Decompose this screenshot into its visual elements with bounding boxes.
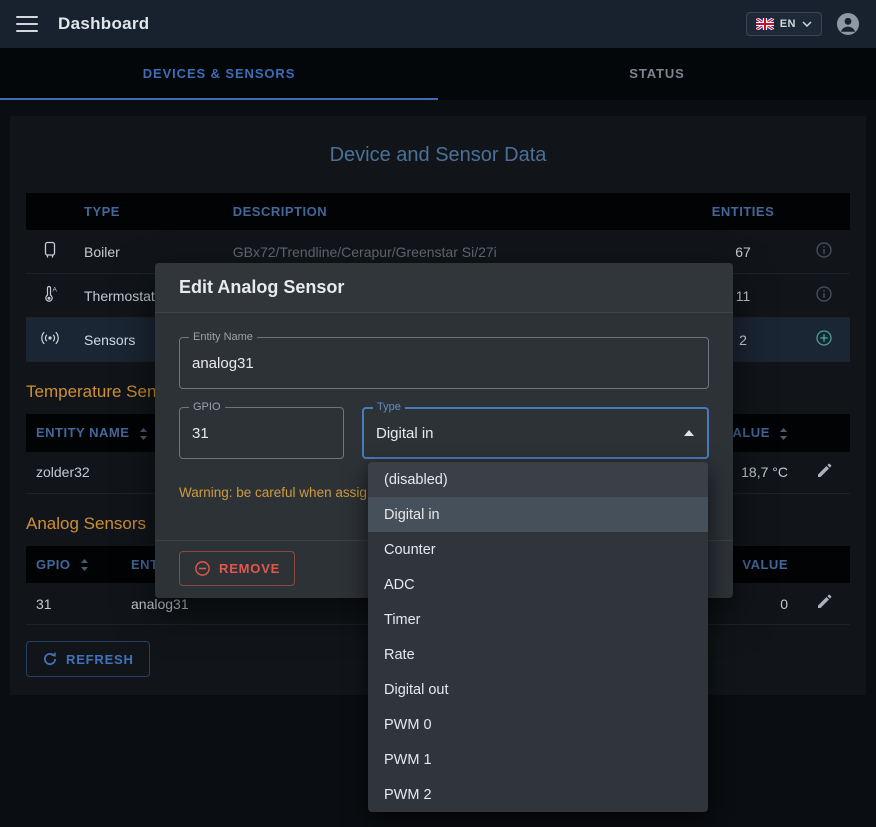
device-col-type: TYPE (74, 193, 223, 230)
thermostat-icon: A (41, 285, 59, 303)
entity-name-label: Entity Name (189, 331, 257, 344)
edit-pencil-icon[interactable] (816, 463, 832, 479)
hamburger-menu-icon[interactable] (16, 16, 38, 32)
type-option-disabled[interactable]: (disabled) (368, 462, 708, 497)
analog-col-gpio[interactable]: GPIO (26, 546, 121, 584)
type-label: Type (373, 401, 405, 414)
language-label: EN (780, 18, 796, 30)
device-col-entities: ENTITIES (688, 193, 798, 230)
type-option-digital-in[interactable]: Digital in (368, 497, 708, 532)
dialog-title: Edit Analog Sensor (179, 277, 709, 298)
analog-col-gpio-label: GPIO (36, 557, 71, 572)
app-title: Dashboard (58, 14, 150, 34)
type-select[interactable]: Type Digital in (362, 407, 709, 459)
type-option-timer[interactable]: Timer (368, 602, 708, 637)
info-icon[interactable] (815, 285, 833, 303)
language-selector[interactable]: EN (746, 12, 822, 36)
type-option-digital-out[interactable]: Digital out (368, 672, 708, 707)
sort-icon (779, 427, 788, 441)
remove-circle-icon (194, 560, 211, 577)
entity-name-field[interactable]: Entity Name (179, 337, 709, 389)
sort-icon (139, 427, 148, 441)
type-option-pwm-1[interactable]: PWM 1 (368, 742, 708, 777)
type-dropdown-menu: (disabled) Digital in Counter ADC Timer … (368, 462, 708, 812)
type-option-pwm-2[interactable]: PWM 2 (368, 777, 708, 812)
type-option-adc[interactable]: ADC (368, 567, 708, 602)
tab-status[interactable]: STATUS (438, 48, 876, 100)
sort-icon (80, 558, 89, 572)
page: Dashboard EN (0, 0, 876, 827)
temp-col-entity-name-label: ENTITY NAME (36, 425, 129, 440)
dialog-header: Edit Analog Sensor (155, 263, 733, 313)
type-option-counter[interactable]: Counter (368, 532, 708, 567)
uk-flag-icon (756, 18, 774, 30)
add-entity-icon[interactable] (815, 329, 833, 347)
type-selected-value: Digital in (376, 425, 434, 442)
info-icon[interactable] (815, 241, 833, 259)
chevron-down-icon (802, 21, 812, 27)
refresh-icon (42, 651, 58, 667)
gpio-field[interactable]: GPIO (179, 407, 344, 459)
gpio-input[interactable] (192, 425, 331, 442)
tab-bar: DEVICES & SENSORS STATUS (0, 48, 876, 100)
tab-devices-sensors[interactable]: DEVICES & SENSORS (0, 48, 438, 100)
sensors-icon (41, 329, 59, 347)
refresh-label: REFRESH (66, 652, 134, 667)
gpio-label: GPIO (189, 401, 225, 414)
analog-gpio: 31 (26, 583, 121, 625)
user-avatar-icon[interactable] (836, 12, 860, 36)
svg-text:A: A (53, 287, 58, 294)
refresh-button[interactable]: REFRESH (26, 641, 150, 677)
chevron-up-icon (683, 429, 695, 437)
device-col-description: DESCRIPTION (223, 193, 688, 230)
remove-label: REMOVE (219, 561, 280, 576)
remove-button[interactable]: REMOVE (179, 551, 295, 586)
edit-pencil-icon[interactable] (816, 594, 832, 610)
type-option-rate[interactable]: Rate (368, 637, 708, 672)
app-bar: Dashboard EN (0, 0, 876, 48)
page-title: Device and Sensor Data (26, 144, 850, 167)
boiler-icon (41, 241, 59, 259)
entity-name-input[interactable] (192, 355, 696, 372)
type-option-pwm-0[interactable]: PWM 0 (368, 707, 708, 742)
